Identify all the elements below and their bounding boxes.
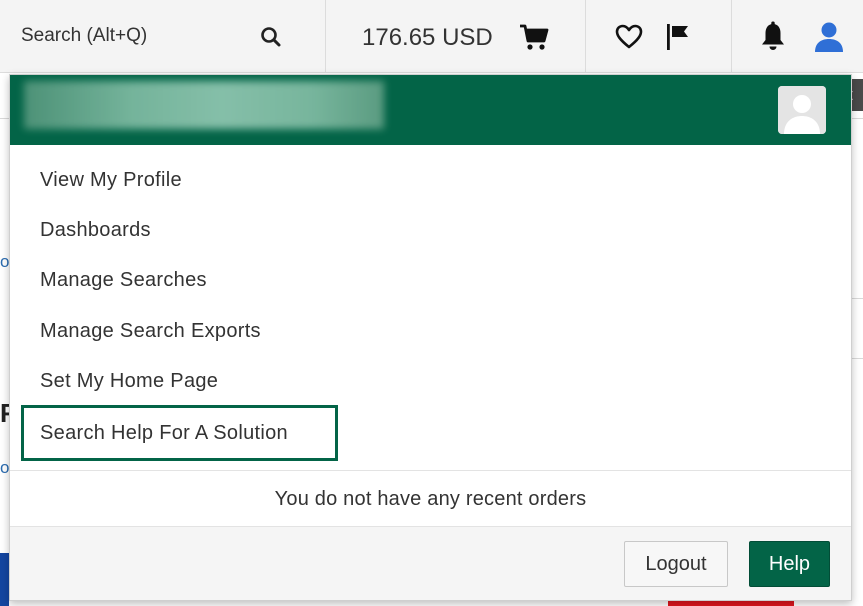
favorites-segment: [586, 0, 732, 73]
menu-item-view-my-profile[interactable]: View My Profile: [21, 153, 182, 209]
background-divider: [852, 298, 863, 299]
cart-icon[interactable]: [519, 23, 549, 51]
search-icon[interactable]: [258, 24, 284, 50]
heart-icon[interactable]: [615, 24, 643, 50]
user-menu-header: [10, 75, 851, 145]
search-input[interactable]: [0, 0, 270, 72]
background-divider: [0, 118, 9, 119]
menu-item-manage-searches[interactable]: Manage Searches: [21, 253, 207, 309]
search-segment: [0, 0, 326, 73]
top-header-bar: 176.65 USD: [0, 0, 863, 73]
user-icon[interactable]: [812, 21, 846, 53]
bell-icon[interactable]: [759, 21, 787, 53]
cart-segment[interactable]: 176.65 USD: [326, 0, 586, 73]
user-menu-footer: Logout Help: [10, 527, 851, 600]
user-menu-dropdown: View My Profile Dashboards Manage Search…: [9, 74, 852, 601]
menu-item-search-help[interactable]: Search Help For A Solution: [21, 405, 338, 461]
recent-orders-message: You do not have any recent orders: [274, 488, 587, 510]
background-divider: [852, 358, 863, 359]
background-divider: [852, 118, 863, 119]
menu-item-set-my-home-page[interactable]: Set My Home Page: [21, 354, 218, 410]
logout-button[interactable]: Logout: [624, 541, 728, 587]
cart-total: 176.65 USD: [362, 24, 493, 51]
avatar[interactable]: [778, 86, 826, 134]
avatar-placeholder-icon: [778, 86, 826, 134]
flag-icon[interactable]: [664, 22, 692, 52]
background-blue-block: [0, 553, 9, 606]
menu-item-dashboards[interactable]: Dashboards: [21, 203, 151, 259]
menu-item-manage-search-exports[interactable]: Manage Search Exports: [21, 304, 261, 360]
redacted-user-name: [24, 81, 384, 129]
help-button[interactable]: Help: [749, 541, 830, 587]
